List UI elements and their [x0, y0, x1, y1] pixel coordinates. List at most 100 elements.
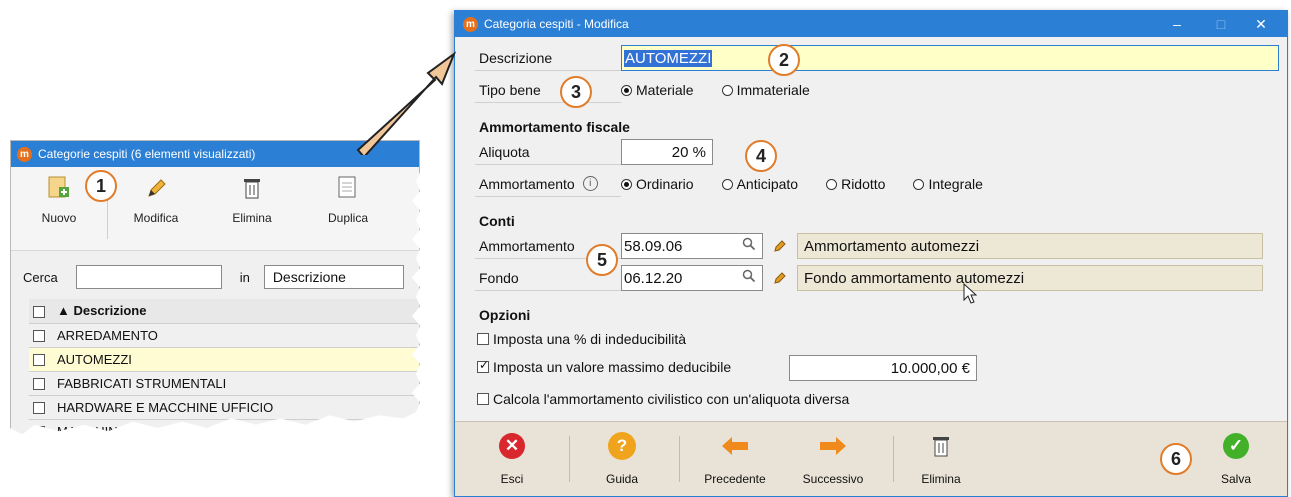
radio-integrale[interactable]: Integrale	[913, 176, 983, 192]
conto-fondo-input[interactable]: 06.12.20	[621, 265, 763, 291]
row-label: MACCHINARI	[51, 419, 419, 435]
pencil-icon[interactable]	[767, 265, 793, 291]
option-civilistico[interactable]: Calcola l'ammortamento civilistico con u…	[477, 391, 849, 407]
step-badge-6: 6	[1160, 443, 1192, 475]
categories-table: ▲ Descrizione ARREDAMENTO AUTOMEZZI FABB…	[29, 299, 419, 435]
row-checkbox[interactable]	[33, 402, 45, 415]
radio-label: Anticipato	[736, 176, 799, 192]
app-logo-icon: m	[463, 16, 478, 32]
conto-ammortamento-input[interactable]: 58.09.06	[621, 233, 763, 259]
valore-massimo-checkbox[interactable]	[477, 358, 489, 373]
pencil-icon	[145, 175, 167, 201]
successivo-button[interactable]: Successivo	[793, 432, 873, 486]
descrizione-value: AUTOMEZZI	[624, 49, 713, 67]
maximize-button[interactable]: □	[1203, 11, 1239, 37]
in-label: in	[239, 269, 250, 285]
row-checkbox[interactable]	[33, 354, 45, 367]
modifica-button[interactable]: Modifica	[108, 175, 204, 225]
conto-ammortamento-desc-text: Ammortamento automezzi	[804, 237, 980, 255]
row-checkbox[interactable]	[33, 426, 45, 435]
categories-list-window: m Categorie cespiti (6 elementi visualiz…	[10, 140, 420, 435]
aliquota-label: Aliquota	[475, 139, 621, 165]
elimina-label: Elimina	[921, 472, 961, 486]
radio-dot	[721, 84, 733, 96]
duplica-button[interactable]: Duplica	[300, 175, 396, 225]
edit-window-title: Categoria cespiti - Modifica	[484, 17, 629, 31]
valore-massimo-value: 10.000,00 €	[890, 359, 970, 377]
conto-ammortamento-description: Ammortamento automezzi	[797, 233, 1263, 259]
row-label: ARREDAMENTO	[51, 323, 419, 348]
pencil-icon[interactable]	[767, 233, 793, 259]
elimina-list-button[interactable]: Elimina	[204, 175, 300, 225]
elimina-button[interactable]: Elimina	[911, 432, 971, 486]
aliquota-value: 20 %	[671, 143, 706, 161]
step-badge-2: 2	[768, 44, 800, 76]
duplicate-icon	[337, 175, 359, 201]
trash-icon	[243, 175, 261, 201]
valore-massimo-input[interactable]: 10.000,00 €	[789, 355, 977, 381]
minimize-button[interactable]: –	[1159, 11, 1195, 37]
civilistico-checkbox[interactable]	[477, 393, 489, 405]
guida-button[interactable]: ? Guida	[595, 432, 649, 486]
list-window-title: Categorie cespiti (6 elementi visualizza…	[38, 147, 256, 161]
salva-button[interactable]: ✓ Salva	[1211, 432, 1261, 486]
table-row[interactable]: HARDWARE E MACCHINE UFFICIO	[29, 395, 419, 420]
elimina-list-label: Elimina	[232, 211, 272, 225]
radio-materiale[interactable]: Materiale	[621, 82, 694, 98]
info-icon[interactable]: i	[582, 176, 598, 191]
magnifier-icon[interactable]	[742, 237, 756, 255]
select-all-checkbox[interactable]	[33, 305, 45, 318]
indeducibilita-checkbox[interactable]	[477, 333, 489, 345]
list-toolbar: Nuovo Modifica Elimina Duplica	[11, 167, 419, 251]
section-opzioni: Opzioni	[479, 307, 531, 323]
duplica-label: Duplica	[327, 211, 369, 225]
option-indeducibilita[interactable]: Imposta una % di indeducibilità	[477, 331, 686, 347]
search-field-select[interactable]: Descrizione	[263, 265, 404, 289]
table-row[interactable]: ARREDAMENTO	[29, 323, 419, 348]
row-checkbox[interactable]	[33, 330, 45, 343]
radio-dot	[721, 178, 733, 190]
radio-ridotto[interactable]: Ridotto	[826, 176, 885, 192]
step-badge-5: 5	[586, 244, 618, 276]
table-row[interactable]: MACCHINARI	[29, 419, 419, 435]
valore-massimo-label: Imposta un valore massimo deducibile	[493, 359, 732, 375]
radio-dot	[621, 178, 632, 190]
check-circle-icon: ✓	[1223, 432, 1249, 460]
row-checkbox[interactable]	[33, 378, 45, 391]
arrow-right-icon	[819, 432, 847, 460]
tipo-bene-label: Tipo bene	[475, 77, 621, 103]
column-header-descrizione[interactable]: ▲ Descrizione	[51, 299, 419, 324]
radio-anticipato[interactable]: Anticipato	[721, 176, 799, 192]
conto-fondo-desc-text: Fondo ammortamento automezzi	[804, 269, 1025, 287]
row-label: AUTOMEZZI	[51, 347, 419, 372]
descrizione-input[interactable]: AUTOMEZZI	[621, 45, 1279, 71]
salva-label: Salva	[1220, 472, 1252, 486]
magnifier-icon[interactable]	[742, 269, 756, 287]
toolbar-separator	[679, 436, 680, 482]
radio-label: Ordinario	[636, 176, 694, 192]
close-window-button[interactable]: ✕	[1243, 11, 1279, 37]
option-valore-massimo[interactable]: Imposta un valore massimo deducibile 10.…	[477, 355, 977, 381]
step-badge-1: 1	[85, 170, 117, 202]
radio-label: Ridotto	[841, 176, 886, 192]
radio-immateriale[interactable]: Immateriale	[721, 82, 810, 98]
descrizione-label: Descrizione	[475, 45, 621, 71]
table-row[interactable]: FABBRICATI STRUMENTALI	[29, 371, 419, 396]
table-row-selected[interactable]: AUTOMEZZI	[29, 347, 419, 372]
precedente-button[interactable]: Precedente	[695, 432, 775, 486]
edit-window-titlebar: m Categoria cespiti - Modifica – □ ✕	[455, 11, 1287, 37]
search-input[interactable]	[75, 265, 222, 289]
aliquota-input[interactable]: 20 %	[621, 139, 713, 165]
conto-fondo-description: Fondo ammortamento automezzi	[797, 265, 1263, 291]
esci-button[interactable]: ✕ Esci	[485, 432, 539, 486]
radio-dot	[913, 178, 925, 190]
civilistico-label: Calcola l'ammortamento civilistico con u…	[493, 391, 850, 407]
ammortamento-type-label-cell: Ammortamento i	[475, 171, 621, 197]
trash-icon	[932, 432, 950, 460]
toolbar-separator	[893, 436, 894, 482]
descrizione-row: Descrizione AUTOMEZZI	[475, 45, 1279, 71]
precedente-label: Precedente	[704, 472, 766, 486]
section-conti: Conti	[479, 213, 515, 229]
radio-ordinario[interactable]: Ordinario	[621, 176, 694, 192]
successivo-label: Successivo	[802, 472, 864, 486]
